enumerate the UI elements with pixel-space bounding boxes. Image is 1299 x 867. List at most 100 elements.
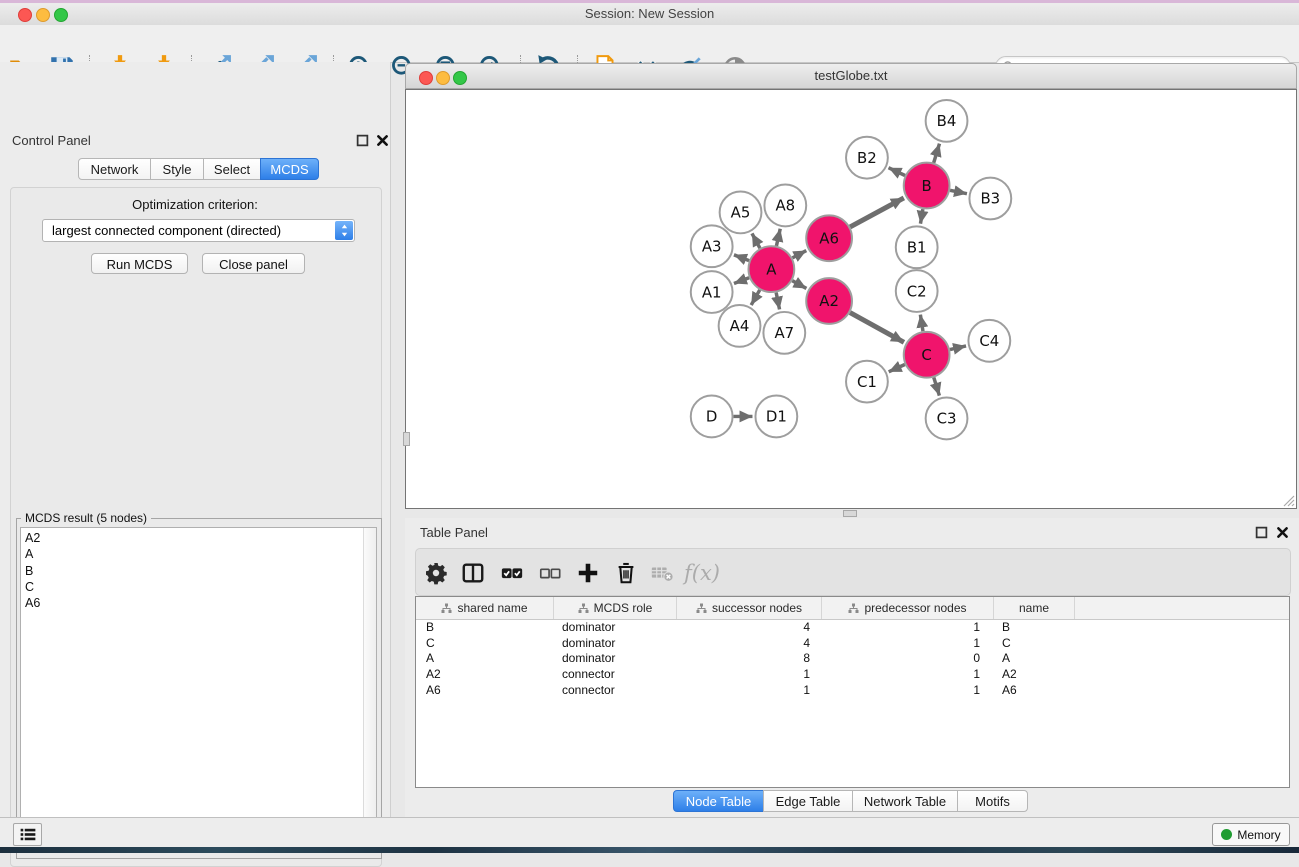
tab-edge-table[interactable]: Edge Table [763,790,853,812]
mcds-result-item[interactable]: A6 [25,595,40,611]
tab-select[interactable]: Select [203,158,261,180]
graph-node-D[interactable]: D [691,396,733,438]
graph-node-C2[interactable]: C2 [896,270,938,312]
mcds-result-item[interactable]: A2 [25,530,40,546]
graph-edge[interactable] [950,190,967,193]
graph-node-C4[interactable]: C4 [968,320,1010,362]
graph-edge[interactable] [850,198,904,227]
graph-edge[interactable] [792,281,806,289]
graph-node-A4[interactable]: A4 [719,305,761,347]
graph-node-A[interactable]: A [748,246,794,292]
table-row[interactable]: A6connector11A6 [416,683,1289,699]
graph-canvas[interactable]: B4 B2 B B3 A8A5 A6 A3 B1 A A1 C2 A2 A4A7 C4 C C1 C3 D D1 [405,89,1297,509]
control-panel: Control Panel NetworkStyleSelectMCDS Opt… [0,62,391,817]
graph-node-A8[interactable]: A8 [764,185,806,227]
network-zoom-traffic-light[interactable] [453,71,467,85]
graph-edge[interactable] [889,168,906,176]
tab-network-table[interactable]: Network Table [852,790,958,812]
tab-network[interactable]: Network [78,158,151,180]
graph-node-A7[interactable]: A7 [763,312,805,354]
column-header-MCDS-role[interactable]: MCDS role [554,597,677,619]
graph-edge[interactable] [920,315,923,332]
zoom-traffic-light[interactable] [54,8,68,22]
table-row[interactable]: Cdominator41C [416,636,1289,652]
create-column-button[interactable] [572,557,604,589]
graph-node-D1[interactable]: D1 [755,396,797,438]
table-mode-gear-button[interactable] [420,557,452,589]
run-mcds-button[interactable]: Run MCDS [91,253,188,274]
graph-node-C3[interactable]: C3 [926,398,968,440]
node-table[interactable]: shared nameMCDS rolesuccessor nodesprede… [415,596,1290,788]
float-panel-icon[interactable] [356,134,369,147]
graph-node-A5[interactable]: A5 [720,192,762,234]
tab-style[interactable]: Style [150,158,204,180]
close-traffic-light[interactable] [18,8,32,22]
table-close-panel-icon[interactable] [1276,526,1289,539]
select-all-checkboxes-button[interactable] [496,557,528,589]
table-cell: 1 [822,667,994,683]
show-hide-columns-button[interactable] [457,557,489,589]
minimize-traffic-light[interactable] [36,8,50,22]
graph-node-B[interactable]: B [904,163,950,209]
graph-edge[interactable] [752,233,760,248]
graph-node-C1[interactable]: C1 [846,361,888,403]
table-row[interactable]: Adominator80A [416,651,1289,667]
table-row[interactable]: Bdominator41B [416,620,1289,636]
graph-edge[interactable] [751,290,760,305]
network-window-titlebar[interactable]: testGlobe.txt [405,63,1297,89]
node-table-header: shared nameMCDS rolesuccessor nodesprede… [416,597,1289,620]
tab-mcds[interactable]: MCDS [260,158,319,180]
graph-edge[interactable] [776,293,779,310]
graph-node-A3[interactable]: A3 [691,225,733,267]
mcds-result-item[interactable]: B [25,563,40,579]
graph-node-A6[interactable]: A6 [806,215,852,261]
select-stepper-icon [335,221,353,240]
table-row[interactable]: A2connector11A2 [416,667,1289,683]
tab-node-table[interactable]: Node Table [673,790,764,812]
bottom-splitter-handle[interactable] [843,510,857,517]
task-history-button[interactable] [13,823,42,846]
column-header-name[interactable]: name [994,597,1075,619]
graph-edge[interactable] [734,255,749,261]
mcds-result-list[interactable]: A2ABCA6 [20,527,377,853]
mcds-result-item[interactable]: C [25,579,40,595]
column-header-predecessor-nodes[interactable]: predecessor nodes [822,597,994,619]
graph-node-A1[interactable]: A1 [691,271,733,313]
graph-edge[interactable] [889,364,905,371]
graph-edge[interactable] [934,144,940,163]
table-cell: 1 [822,636,994,652]
network-graph[interactable]: B4 B2 B B3 A8A5 A6 A3 B1 A A1 C2 A2 A4A7 C4 C C1 C3 D D1 [406,90,1296,508]
graph-edge[interactable] [776,229,780,246]
left-splitter-handle[interactable] [403,432,410,446]
delete-columns-button[interactable] [610,557,642,589]
network-close-traffic-light[interactable] [419,71,433,85]
graph-edge[interactable] [850,313,904,343]
graph-node-B3[interactable]: B3 [969,178,1011,220]
graph-edge[interactable] [792,251,806,258]
deselect-all-checkboxes-button[interactable] [534,557,566,589]
tab-motifs[interactable]: Motifs [957,790,1028,812]
graph-node-B4[interactable]: B4 [926,100,968,142]
mcds-list-scrollbar[interactable] [363,528,376,852]
graph-edge[interactable] [950,346,966,350]
resize-grip-icon[interactable] [1282,494,1295,507]
graph-node-B1[interactable]: B1 [896,226,938,268]
memory-button[interactable]: Memory [1212,823,1290,846]
table-float-panel-icon[interactable] [1255,526,1268,539]
criterion-select[interactable]: largest connected component (directed) [42,219,355,242]
graph-edge[interactable] [920,209,922,224]
svg-text:C3: C3 [937,410,957,428]
table-panel: Table Panel f(x) shared nameMCDS rolesuc… [405,518,1299,817]
graph-edge[interactable] [734,278,749,284]
close-panel-icon[interactable] [376,134,389,147]
close-panel-button[interactable]: Close panel [202,253,305,274]
graph-node-A2[interactable]: A2 [806,278,852,324]
network-minimize-traffic-light[interactable] [436,71,450,85]
table-cell: dominator [554,636,677,652]
column-header-successor-nodes[interactable]: successor nodes [677,597,822,619]
column-header-shared-name[interactable]: shared name [416,597,554,619]
graph-node-C[interactable]: C [904,332,950,378]
graph-node-B2[interactable]: B2 [846,137,888,179]
graph-edge[interactable] [934,378,940,396]
mcds-result-item[interactable]: A [25,546,40,562]
